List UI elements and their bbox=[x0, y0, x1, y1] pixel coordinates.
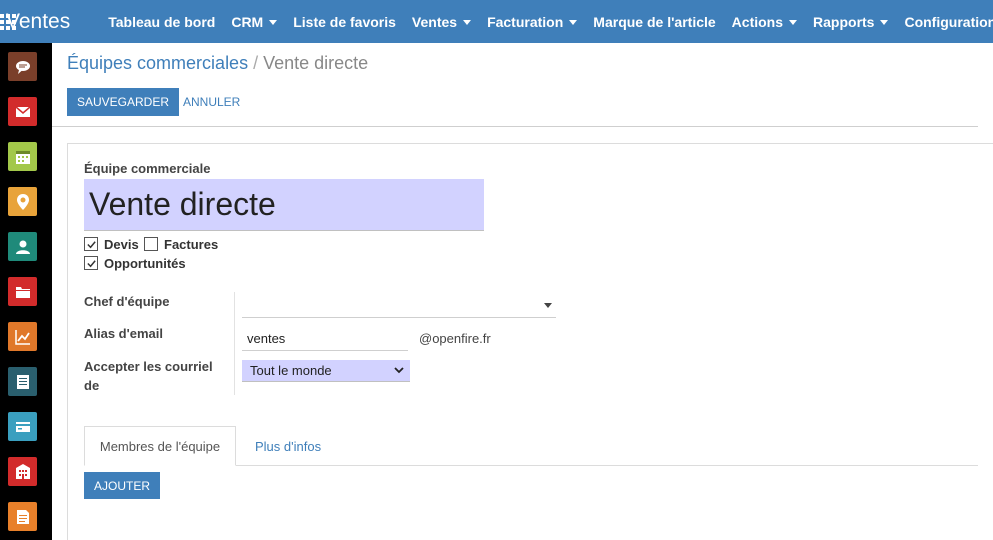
invoices-checkbox[interactable] bbox=[144, 237, 158, 251]
caret-down-icon bbox=[789, 19, 798, 25]
form-label-divider bbox=[234, 292, 235, 395]
check-icon bbox=[86, 240, 96, 248]
menu-reports[interactable]: Rapports bbox=[805, 14, 896, 30]
invoices-label: Factures bbox=[164, 237, 219, 252]
caret-down-icon bbox=[269, 19, 278, 25]
dropdown-arrow-icon[interactable] bbox=[544, 303, 552, 308]
menu-sales[interactable]: Ventes bbox=[404, 14, 479, 30]
app-title: Ventes bbox=[6, 9, 71, 33]
sidebar-app-notes[interactable] bbox=[8, 502, 37, 531]
breadcrumb-current: Vente directe bbox=[263, 53, 369, 73]
chevron-down-icon bbox=[394, 367, 404, 374]
sidebar-app-maps[interactable] bbox=[8, 187, 37, 216]
folder-icon bbox=[15, 286, 30, 298]
menu-actions[interactable]: Actions bbox=[724, 14, 805, 30]
credit-card-icon bbox=[15, 421, 30, 432]
team-name-label: Équipe commerciale bbox=[84, 161, 211, 176]
menu-configuration[interactable]: Configuration bbox=[896, 14, 993, 30]
email-alias-label: Alias d'email bbox=[84, 326, 163, 341]
opportunities-label: Opportunités bbox=[104, 256, 186, 271]
building-icon bbox=[15, 463, 30, 479]
quotations-label: Devis bbox=[104, 237, 139, 252]
breadcrumb: Équipes commerciales / Vente directe bbox=[67, 53, 368, 74]
main-menu: Tableau de bord CRM Liste de favoris Ven… bbox=[100, 0, 993, 43]
team-leader-field[interactable] bbox=[242, 292, 556, 318]
tab-more-info[interactable]: Plus d'infos bbox=[255, 426, 321, 466]
sidebar-app-contacts[interactable] bbox=[8, 232, 37, 261]
accept-emails-select[interactable]: Tout le monde bbox=[242, 360, 410, 382]
add-member-button[interactable]: AJOUTER bbox=[84, 472, 161, 499]
sidebar-app-reporting[interactable] bbox=[8, 322, 37, 351]
discard-button[interactable]: ANNULER bbox=[183, 88, 240, 116]
sidebar-app-calendar[interactable] bbox=[8, 142, 37, 171]
menu-invoicing[interactable]: Facturation bbox=[479, 14, 585, 30]
sidebar-app-accounting[interactable] bbox=[8, 367, 37, 396]
check-icon bbox=[86, 259, 96, 267]
caret-down-icon bbox=[569, 19, 578, 25]
chat-icon bbox=[15, 60, 30, 74]
breadcrumb-separator: / bbox=[253, 53, 259, 73]
map-pin-icon bbox=[16, 193, 29, 210]
accept-emails-label: Accepter les courriel de bbox=[84, 359, 213, 393]
sidebar-app-mail[interactable] bbox=[8, 97, 37, 126]
chart-icon bbox=[14, 329, 30, 345]
menu-dashboard[interactable]: Tableau de bord bbox=[100, 14, 223, 30]
menu-crm[interactable]: CRM bbox=[223, 14, 285, 30]
top-navbar: Ventes Tableau de bord CRM Liste de favo… bbox=[0, 0, 993, 43]
quotations-checkbox[interactable] bbox=[84, 237, 98, 251]
save-button[interactable]: SAUVEGARDER bbox=[67, 88, 180, 116]
breadcrumb-sales-teams[interactable]: Équipes commerciales bbox=[67, 53, 248, 73]
document-list-icon bbox=[16, 374, 29, 389]
caret-down-icon bbox=[880, 19, 889, 25]
team-leader-label: Chef d'équipe bbox=[84, 294, 170, 309]
email-alias-input[interactable]: ventes bbox=[242, 326, 408, 351]
menu-favorites[interactable]: Liste de favoris bbox=[285, 14, 404, 30]
accept-emails-value: Tout le monde bbox=[250, 363, 332, 378]
menu-product-brand[interactable]: Marque de l'article bbox=[585, 14, 723, 30]
mail-icon bbox=[15, 105, 30, 117]
caret-down-icon bbox=[463, 19, 472, 25]
control-panel-divider bbox=[52, 126, 978, 127]
calendar-icon bbox=[15, 150, 30, 164]
sidebar-app-payments[interactable] bbox=[8, 412, 37, 441]
contact-icon bbox=[15, 240, 30, 254]
team-name-input[interactable]: Vente directe bbox=[84, 179, 484, 231]
notes-icon bbox=[16, 509, 29, 524]
email-alias-domain: @openfire.fr bbox=[419, 331, 491, 346]
app-sidebar bbox=[0, 43, 52, 540]
sidebar-app-discuss[interactable] bbox=[8, 52, 37, 81]
sidebar-app-documents[interactable] bbox=[8, 277, 37, 306]
opportunities-checkbox[interactable] bbox=[84, 256, 98, 270]
tab-team-members[interactable]: Membres de l'équipe bbox=[84, 426, 236, 466]
sidebar-app-company[interactable] bbox=[8, 457, 37, 486]
